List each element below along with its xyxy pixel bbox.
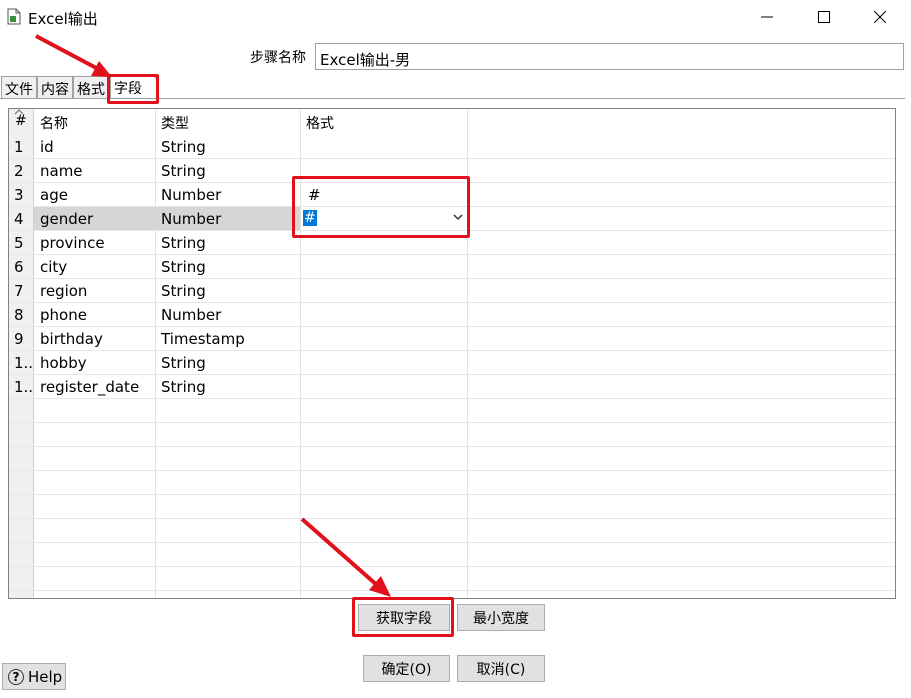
header-format[interactable]: 格式 bbox=[306, 113, 334, 133]
field-type[interactable]: Timestamp bbox=[161, 330, 245, 348]
field-type[interactable]: String bbox=[161, 282, 206, 300]
empty-row bbox=[9, 519, 895, 543]
field-type[interactable]: String bbox=[161, 354, 206, 372]
row-number: 7 bbox=[14, 282, 24, 300]
field-name[interactable]: province bbox=[40, 234, 105, 252]
row-number: 6 bbox=[14, 258, 24, 276]
help-button-label: Help bbox=[28, 667, 63, 686]
field-name[interactable]: phone bbox=[40, 306, 87, 324]
row-number: 1.. bbox=[14, 378, 34, 396]
empty-row bbox=[9, 567, 895, 591]
tab-content[interactable]: 内容 bbox=[37, 76, 73, 98]
field-name[interactable]: gender bbox=[40, 210, 93, 228]
field-name[interactable]: age bbox=[40, 186, 68, 204]
field-type[interactable]: Number bbox=[161, 186, 221, 204]
field-name[interactable]: id bbox=[40, 138, 54, 156]
row-number: 2 bbox=[14, 162, 24, 180]
header-name[interactable]: 名称 bbox=[40, 113, 68, 133]
tab-format[interactable]: 格式 bbox=[73, 76, 110, 98]
row-number: 9 bbox=[14, 330, 24, 348]
highlight-box-fields-tab bbox=[107, 74, 159, 104]
min-width-button[interactable]: 最小宽度 bbox=[457, 604, 545, 631]
help-icon: ? bbox=[8, 668, 24, 685]
header-num[interactable]: # bbox=[15, 113, 27, 129]
cancel-button[interactable]: 取消(C) bbox=[457, 655, 545, 682]
empty-row bbox=[9, 447, 895, 471]
field-name[interactable]: city bbox=[40, 258, 67, 276]
highlight-box-format-cells bbox=[292, 176, 470, 238]
minimize-icon bbox=[761, 16, 773, 18]
close-button[interactable] bbox=[857, 0, 903, 34]
row-number: 1.. bbox=[14, 354, 34, 372]
row-number: 3 bbox=[14, 186, 24, 204]
table-row[interactable]: 1 id String bbox=[9, 135, 895, 159]
table-row[interactable]: 1.. register_date String bbox=[9, 375, 895, 399]
field-type[interactable]: String bbox=[161, 138, 206, 156]
header-type[interactable]: 类型 bbox=[161, 113, 189, 133]
field-type[interactable]: String bbox=[161, 162, 206, 180]
step-name-label: 步骤名称 bbox=[250, 50, 306, 66]
empty-row bbox=[9, 471, 895, 495]
table-row[interactable]: 6 city String bbox=[9, 255, 895, 279]
table-row[interactable]: 9 birthday Timestamp bbox=[9, 327, 895, 351]
maximize-icon bbox=[818, 11, 830, 23]
empty-row bbox=[9, 495, 895, 519]
field-name[interactable]: birthday bbox=[40, 330, 103, 348]
row-number: 1 bbox=[14, 138, 24, 156]
empty-row bbox=[9, 543, 895, 567]
minimize-button[interactable] bbox=[744, 0, 790, 34]
window-title: Excel输出 bbox=[28, 10, 98, 28]
close-icon bbox=[874, 11, 886, 23]
tab-file[interactable]: 文件 bbox=[1, 76, 37, 98]
table-row[interactable]: 8 phone Number bbox=[9, 303, 895, 327]
field-type[interactable]: String bbox=[161, 378, 206, 396]
help-button[interactable]: ? Help bbox=[2, 663, 66, 690]
row-number: 8 bbox=[14, 306, 24, 324]
field-type[interactable]: String bbox=[161, 234, 206, 252]
title-bar: Excel输出 bbox=[0, 0, 911, 34]
arrow-to-fields-tab bbox=[35, 34, 112, 77]
highlight-box-get-fields bbox=[352, 597, 454, 637]
row-number: 5 bbox=[14, 234, 24, 252]
field-name[interactable]: register_date bbox=[40, 378, 139, 396]
empty-row bbox=[9, 423, 895, 447]
field-type[interactable]: Number bbox=[161, 210, 221, 228]
maximize-button[interactable] bbox=[801, 0, 847, 34]
empty-row bbox=[9, 399, 895, 423]
excel-output-icon bbox=[7, 8, 21, 25]
field-name[interactable]: hobby bbox=[40, 354, 87, 372]
row-number: 4 bbox=[14, 210, 24, 228]
table-row[interactable]: 1.. hobby String bbox=[9, 351, 895, 375]
field-name[interactable]: name bbox=[40, 162, 83, 180]
field-name[interactable]: region bbox=[40, 282, 87, 300]
field-type[interactable]: String bbox=[161, 258, 206, 276]
field-type[interactable]: Number bbox=[161, 306, 221, 324]
table-row[interactable]: 7 region String bbox=[9, 279, 895, 303]
step-name-input[interactable]: Excel输出-男 bbox=[315, 43, 904, 70]
ok-button[interactable]: 确定(O) bbox=[363, 655, 450, 682]
